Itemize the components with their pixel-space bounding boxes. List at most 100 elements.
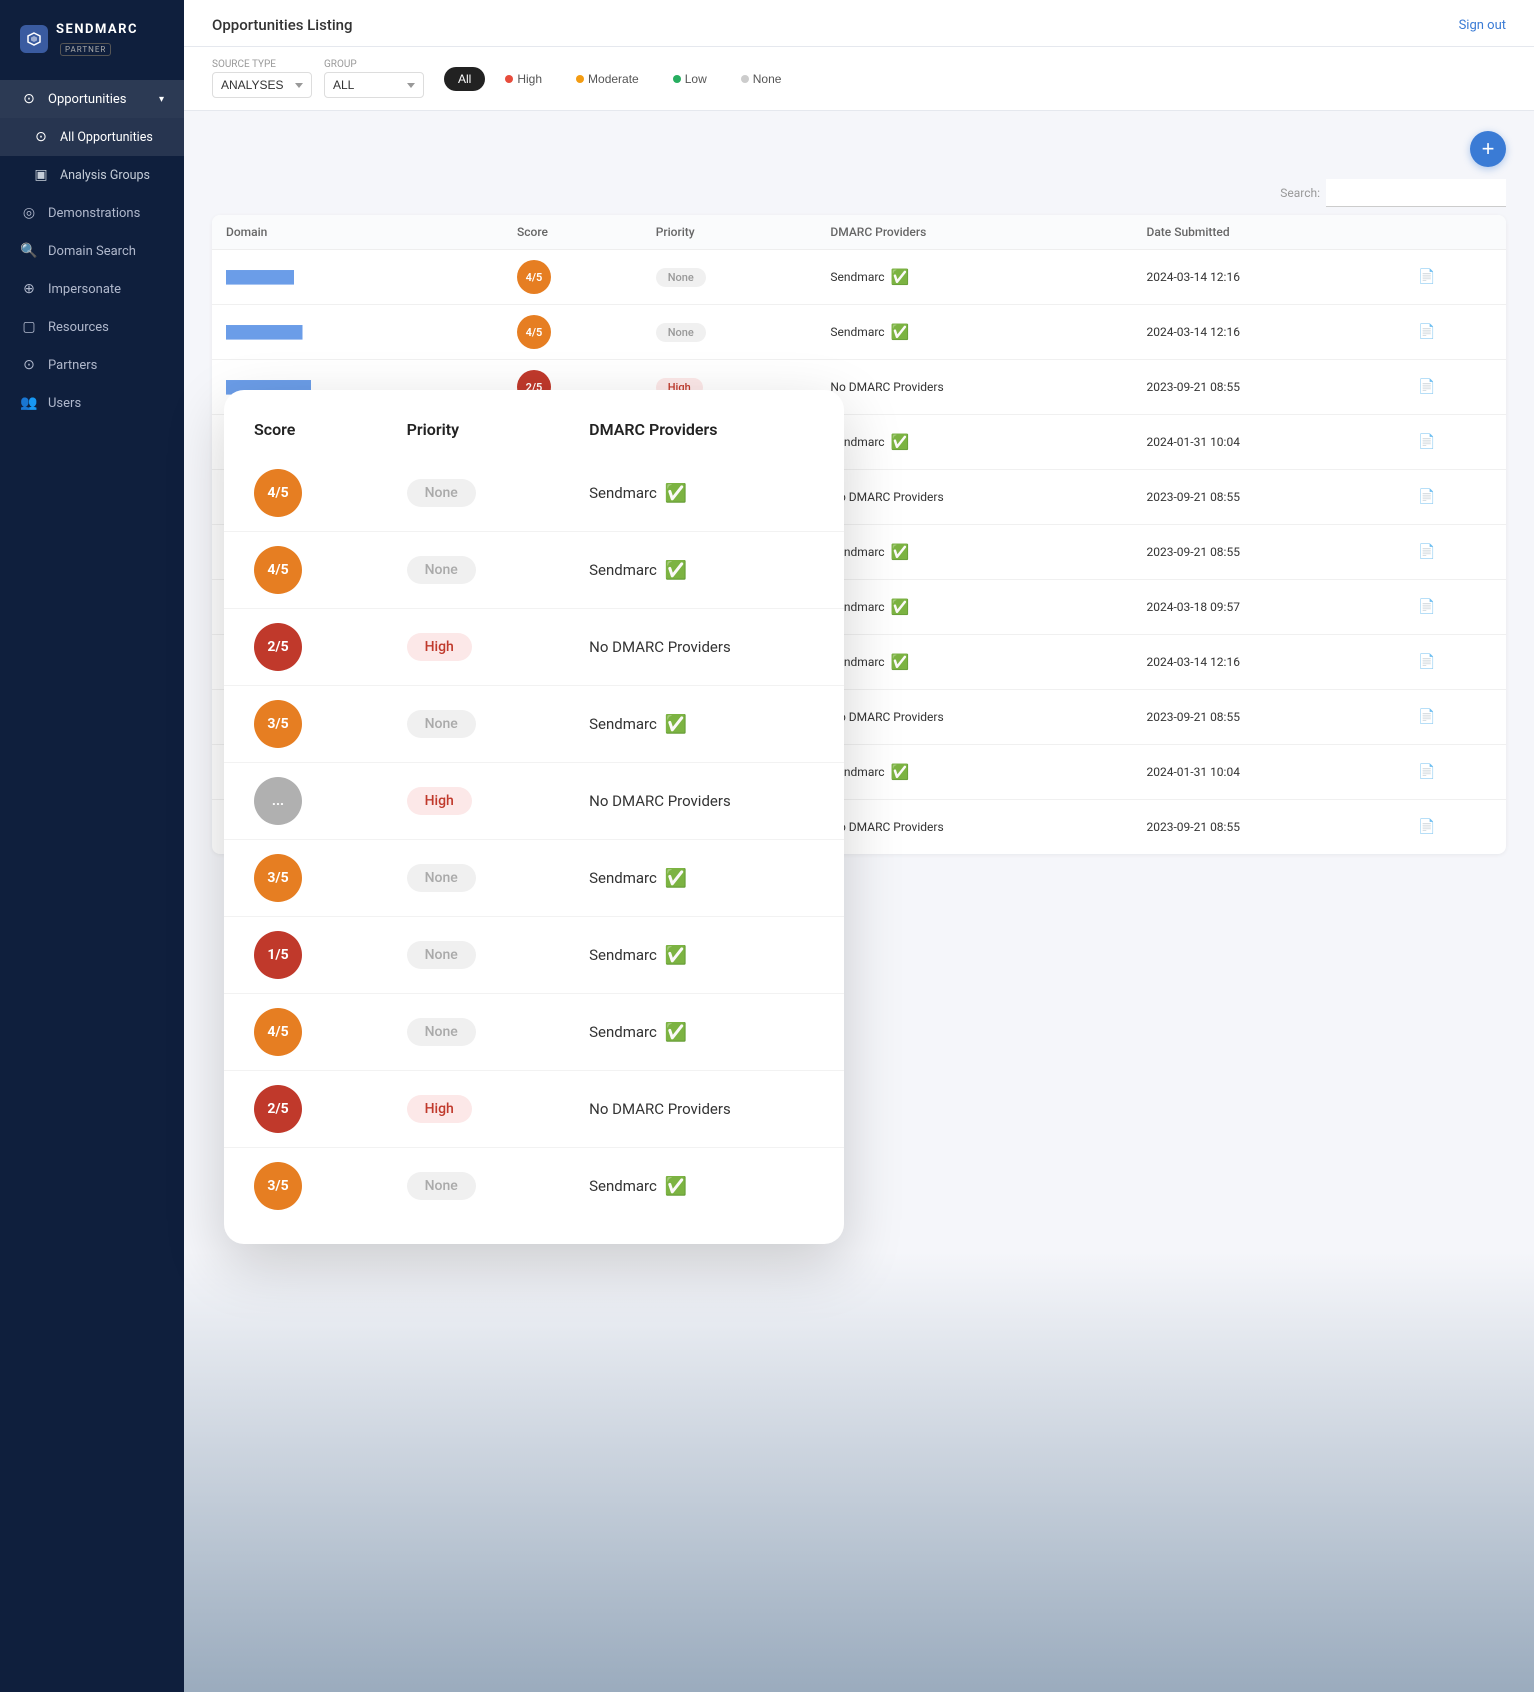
filter-tabs: All High Moderate Low None	[444, 67, 795, 91]
fc-provider-cell: Sendmarc ✅	[559, 1148, 844, 1225]
fc-priority-badge: High	[407, 633, 472, 661]
fc-score-cell: 4/5	[224, 532, 377, 609]
sidebar-item-analysis-groups[interactable]: ▣ Analysis Groups	[0, 156, 184, 194]
provider-cell: Sendmarc ✅	[816, 525, 1132, 580]
check-icon: ✅	[891, 433, 910, 451]
sidebar-item-all-opportunities[interactable]: ⊙ All Opportunities	[0, 118, 184, 156]
document-icon[interactable]: 📄	[1418, 599, 1435, 615]
fc-provider-cell: Sendmarc ✅	[559, 917, 844, 994]
filter-tab-moderate[interactable]: Moderate	[562, 67, 653, 91]
fc-table-row[interactable]: 2/5 High No DMARC Providers	[224, 609, 844, 686]
table-row[interactable]: █████████ 4/5 None Sendmarc ✅ 2024-03-14…	[212, 305, 1506, 360]
fc-table-row[interactable]: 4/5 None Sendmarc ✅	[224, 455, 844, 532]
fc-provider-cell: No DMARC Providers	[559, 1071, 844, 1148]
doc-cell: 📄	[1404, 800, 1506, 855]
fc-provider-name: No DMARC Providers	[589, 638, 731, 656]
filter-tab-low[interactable]: Low	[659, 67, 721, 91]
fc-table-row[interactable]: 4/5 None Sendmarc ✅	[224, 532, 844, 609]
fc-table-row[interactable]: 3/5 None Sendmarc ✅	[224, 1148, 844, 1225]
search-input[interactable]	[1326, 179, 1506, 207]
date-cell: 2024-01-31 10:04	[1133, 745, 1405, 800]
app-name: SENDMARC	[56, 22, 138, 37]
fc-provider-cell: No DMARC Providers	[559, 609, 844, 686]
header-top: Opportunities Listing Sign out	[212, 16, 1506, 46]
sidebar-item-resources[interactable]: ▢ Resources	[0, 308, 184, 346]
floating-card: Score Priority DMARC Providers 4/5 None …	[224, 390, 844, 1244]
sidebar-item-demonstrations[interactable]: ◎ Demonstrations	[0, 194, 184, 232]
document-icon[interactable]: 📄	[1418, 544, 1435, 560]
fc-provider-name: Sendmarc	[589, 1023, 657, 1041]
group-select[interactable]: ALL	[324, 72, 424, 98]
sidebar-item-opportunities[interactable]: ⊙ Opportunities ▾	[0, 80, 184, 118]
fc-provider-cell: Sendmarc ✅	[559, 994, 844, 1071]
fc-score-cell: ...	[224, 763, 377, 840]
doc-cell: 📄	[1404, 360, 1506, 415]
fc-provider-name: No DMARC Providers	[589, 1100, 731, 1118]
demonstrations-icon: ◎	[20, 204, 38, 222]
document-icon[interactable]: 📄	[1418, 324, 1435, 340]
all-opps-icon: ⊙	[32, 128, 50, 146]
add-button[interactable]: +	[1470, 131, 1506, 167]
sign-out-button[interactable]: Sign out	[1459, 18, 1506, 33]
filter-tab-high[interactable]: High	[491, 67, 556, 91]
col-date: Date Submitted	[1133, 215, 1405, 250]
document-icon[interactable]: 📄	[1418, 269, 1435, 285]
resources-icon: ▢	[20, 318, 38, 336]
doc-cell: 📄	[1404, 250, 1506, 305]
check-icon: ✅	[891, 598, 910, 616]
fc-score-badge: 3/5	[254, 1162, 302, 1210]
source-type-select[interactable]: ANALYSES	[212, 72, 312, 98]
moderate-dot	[576, 75, 584, 83]
document-icon[interactable]: 📄	[1418, 709, 1435, 725]
date-cell: 2024-01-31 10:04	[1133, 415, 1405, 470]
document-icon[interactable]: 📄	[1418, 654, 1435, 670]
fc-priority-badge: None	[407, 941, 476, 969]
fc-provider-name: Sendmarc	[589, 946, 657, 964]
fc-table-row[interactable]: 4/5 None Sendmarc ✅	[224, 994, 844, 1071]
document-icon[interactable]: 📄	[1418, 819, 1435, 835]
filter-tab-none[interactable]: None	[727, 67, 796, 91]
none-dot	[741, 75, 749, 83]
floating-table: Score Priority DMARC Providers 4/5 None …	[224, 420, 844, 1224]
doc-cell: 📄	[1404, 690, 1506, 745]
check-icon: ✅	[891, 763, 910, 781]
fc-priority-cell: None	[377, 1148, 560, 1225]
domain-cell: ████████	[212, 250, 503, 305]
document-icon[interactable]: 📄	[1418, 379, 1435, 395]
main-content: Opportunities Listing Sign out Source Ty…	[184, 0, 1534, 1692]
filter-tab-all[interactable]: All	[444, 67, 485, 91]
fc-priority-cell: High	[377, 763, 560, 840]
group-filter: Group ALL	[324, 59, 424, 98]
fc-table-row[interactable]: ... High No DMARC Providers	[224, 763, 844, 840]
fc-table-row[interactable]: 3/5 None Sendmarc ✅	[224, 840, 844, 917]
fc-table-row[interactable]: 2/5 High No DMARC Providers	[224, 1071, 844, 1148]
doc-cell: 📄	[1404, 745, 1506, 800]
document-icon[interactable]: 📄	[1418, 434, 1435, 450]
source-type-label: Source Type	[212, 59, 312, 70]
sidebar-item-domain-search[interactable]: 🔍 Domain Search	[0, 232, 184, 270]
table-row[interactable]: ████████ 4/5 None Sendmarc ✅ 2024-03-14 …	[212, 250, 1506, 305]
sidebar-item-users[interactable]: 👥 Users	[0, 384, 184, 422]
partners-icon: ⊙	[20, 356, 38, 374]
sidebar-item-impersonate[interactable]: ⊕ Impersonate	[0, 270, 184, 308]
priority-badge: None	[656, 268, 706, 287]
col-dmarc: DMARC Providers	[816, 215, 1132, 250]
document-icon[interactable]: 📄	[1418, 764, 1435, 780]
sidebar-item-label: Resources	[48, 320, 109, 335]
fc-provider-name: Sendmarc	[589, 715, 657, 733]
table-top: +	[212, 131, 1506, 167]
sidebar-item-partners[interactable]: ⊙ Partners	[0, 346, 184, 384]
fc-score-badge: 1/5	[254, 931, 302, 979]
fc-score-cell: 2/5	[224, 609, 377, 686]
users-icon: 👥	[20, 394, 38, 412]
fc-check-icon: ✅	[665, 560, 687, 581]
fc-priority-cell: High	[377, 1071, 560, 1148]
document-icon[interactable]: 📄	[1418, 489, 1435, 505]
date-cell: 2024-03-14 12:16	[1133, 305, 1405, 360]
fc-priority-cell: None	[377, 686, 560, 763]
sidebar-item-label: Demonstrations	[48, 206, 140, 221]
provider-cell: Sendmarc ✅	[816, 745, 1132, 800]
fc-score-badge: 4/5	[254, 546, 302, 594]
fc-table-row[interactable]: 1/5 None Sendmarc ✅	[224, 917, 844, 994]
fc-table-row[interactable]: 3/5 None Sendmarc ✅	[224, 686, 844, 763]
